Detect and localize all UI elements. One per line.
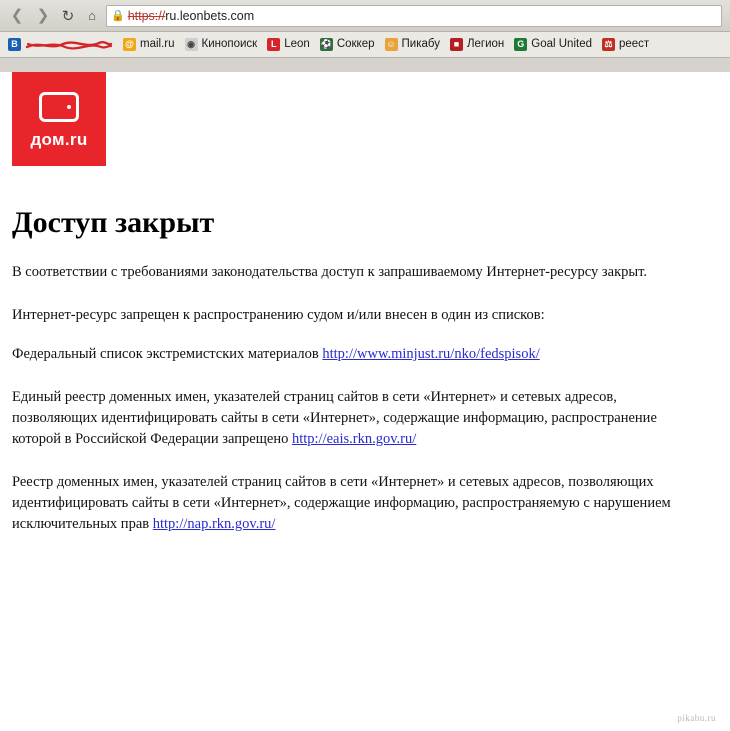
logo-suffix: ru xyxy=(69,130,88,149)
link-minjust[interactable]: http://www.minjust.ru/nko/fedspisok/ xyxy=(322,346,539,362)
paragraph-requirements: В соответствии с требованиями законодате… xyxy=(12,264,647,280)
paragraph-federal-list-text: Федеральный список экстремистских матери… xyxy=(12,346,323,363)
browser-toolbar: ❮ ❯ ↻ ⌂ 🔒 https:// ru.leonbets.com xyxy=(0,0,730,32)
bookmark-item[interactable]: ■ Легион xyxy=(445,35,509,55)
bookmark-item[interactable]: G Goal United xyxy=(509,35,597,55)
page-title: Доступ закрыт xyxy=(12,206,215,239)
watermark: pikabu.ru xyxy=(677,713,716,723)
forward-icon[interactable]: ❯ xyxy=(30,3,56,29)
bookmark-label: Кинопоиск xyxy=(201,37,258,50)
address-bar[interactable]: 🔒 https:// ru.leonbets.com xyxy=(106,4,722,27)
link-eais[interactable]: http://eais.rkn.gov.ru/ xyxy=(292,431,416,447)
favicon-icon: ☺ xyxy=(384,38,398,51)
favicon-icon: ⚖ xyxy=(602,38,615,51)
logo-wordmark: дом.ru xyxy=(12,130,106,150)
page-content: дом.ru Доступ закрыт В соответствии с тр… xyxy=(0,72,730,731)
url-scheme: https:// xyxy=(127,8,166,23)
bookmark-item[interactable]: ⚖ реест xyxy=(597,35,654,55)
paragraph-lists-intro: Интернет-ресурс запрещен к распространен… xyxy=(12,307,545,324)
bookmark-item[interactable]: ⚽ Соккер xyxy=(315,35,380,55)
bookmark-item[interactable]: ◉ Кинопоиск xyxy=(180,35,263,55)
bookmark-item[interactable]: @ mail.ru xyxy=(118,35,180,55)
bookmark-label: mail.ru xyxy=(140,37,175,50)
paragraph-eais-registry: Единый реестр доменных имен, указателей … xyxy=(12,387,672,450)
bookmark-label: Пикабу xyxy=(401,37,440,50)
bookmark-item[interactable]: В xyxy=(3,35,118,55)
bookmark-label: реест xyxy=(619,37,650,50)
bookmark-item[interactable]: ☺ Пикабу xyxy=(380,35,445,55)
bookmark-label: Легион xyxy=(466,37,505,50)
redacted-scribble xyxy=(25,38,113,52)
bookmark-label: Соккер xyxy=(336,37,375,50)
tv-screen-icon xyxy=(39,92,79,122)
favicon-icon: G xyxy=(514,38,528,51)
home-icon[interactable]: ⌂ xyxy=(80,3,104,29)
favicon-icon: @ xyxy=(123,38,136,51)
dom-ru-logo: дом.ru xyxy=(12,72,106,166)
browser-window: ❮ ❯ ↻ ⌂ 🔒 https:// ru.leonbets.com В @ m… xyxy=(0,0,730,731)
favicon-icon: L xyxy=(267,38,281,51)
favicon-icon: В xyxy=(8,38,21,51)
bookmark-label: Goal United xyxy=(531,37,592,50)
bookmark-label: Leon xyxy=(284,37,310,50)
paragraph-nap-registry-text: Реестр доменных имен, указателей страниц… xyxy=(12,474,671,533)
bookmark-item[interactable]: L Leon xyxy=(262,35,315,55)
bookmarks-bar: В @ mail.ru ◉ Кинопоиск L Leon ⚽ Соккер xyxy=(0,32,730,58)
lock-icon: 🔒 xyxy=(111,10,125,22)
reload-icon[interactable]: ↻ xyxy=(56,3,80,29)
paragraph-nap-registry: Реестр доменных имен, указателей страниц… xyxy=(12,472,672,535)
favicon-icon: ■ xyxy=(449,38,463,51)
link-nap[interactable]: http://nap.rkn.gov.ru/ xyxy=(153,516,276,532)
url-text: ru.leonbets.com xyxy=(165,8,255,23)
logo-word: дом. xyxy=(30,130,70,149)
paragraph-federal-list: Федеральный список экстремистских матери… xyxy=(12,344,672,365)
favicon-icon: ⚽ xyxy=(319,38,333,51)
favicon-icon: ◉ xyxy=(184,38,198,51)
back-icon[interactable]: ❮ xyxy=(4,3,30,29)
